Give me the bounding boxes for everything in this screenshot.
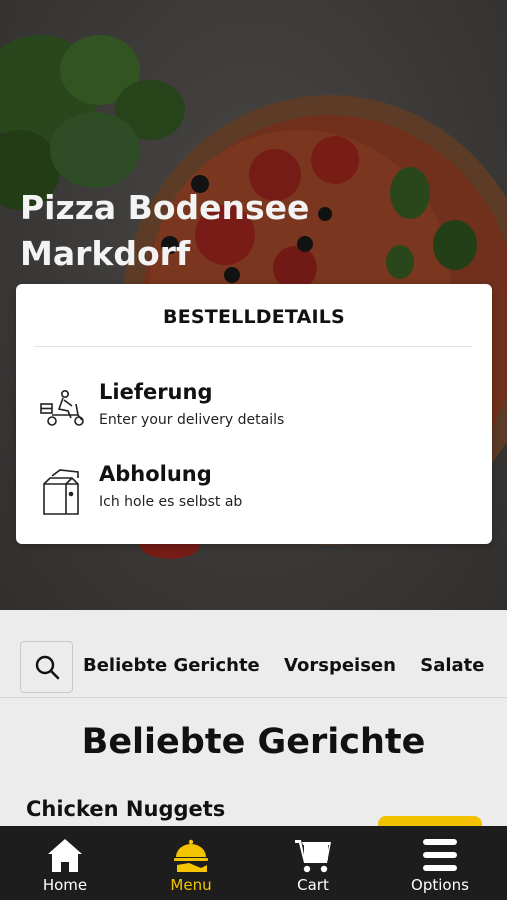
bottom-navigation: Home Menu Cart Options xyxy=(0,826,507,900)
nav-home[interactable]: Home xyxy=(15,826,115,900)
waiter-bell-icon xyxy=(174,839,208,872)
hamburger-menu-icon xyxy=(423,839,457,871)
restaurant-name-line1: Pizza Bodensee xyxy=(20,188,310,227)
pickup-subtitle: Ich hole es selbst ab xyxy=(99,494,243,510)
nav-cart[interactable]: Cart xyxy=(263,826,363,900)
pickup-title: Abholung xyxy=(99,462,212,486)
order-details-card: BESTELLDETAILS Lieferung Enter your deli… xyxy=(16,284,492,544)
home-icon xyxy=(48,839,82,872)
tab-beliebte-gerichte[interactable]: Beliebte Gerichte xyxy=(83,655,260,676)
nav-cart-label: Cart xyxy=(297,876,329,894)
cart-icon xyxy=(295,840,331,873)
nav-options[interactable]: Options xyxy=(390,826,490,900)
nav-options-label: Options xyxy=(411,876,469,894)
search-button[interactable] xyxy=(20,641,73,693)
delivery-subtitle: Enter your delivery details xyxy=(99,412,285,428)
takeaway-bag-icon xyxy=(43,469,79,515)
nav-menu-label: Menu xyxy=(170,876,212,894)
search-icon xyxy=(35,655,60,680)
category-tabs: Beliebte Gerichte Vorspeisen Salate Be xyxy=(83,655,507,676)
order-details-title: BESTELLDETAILS xyxy=(163,306,345,328)
restaurant-name-line2: Markdorf xyxy=(20,234,191,273)
restaurant-name: Pizza Bodensee Markdorf xyxy=(20,185,340,277)
pickup-option[interactable]: Abholung Ich hole es selbst ab xyxy=(16,462,492,532)
delivery-title: Lieferung xyxy=(99,380,213,404)
delivery-scooter-icon xyxy=(40,390,84,426)
divider xyxy=(34,346,472,347)
menu-item-title: Chicken Nuggets xyxy=(26,797,226,821)
tab-vorspeisen[interactable]: Vorspeisen xyxy=(284,655,396,676)
delivery-option[interactable]: Lieferung Enter your delivery details xyxy=(16,380,492,450)
section-title: Beliebte Gerichte xyxy=(81,722,426,762)
nav-home-label: Home xyxy=(42,876,88,894)
category-bar: Beliebte Gerichte Vorspeisen Salate Be xyxy=(0,629,507,698)
nav-menu[interactable]: Menu xyxy=(141,826,241,900)
tab-salate[interactable]: Salate xyxy=(420,655,484,676)
